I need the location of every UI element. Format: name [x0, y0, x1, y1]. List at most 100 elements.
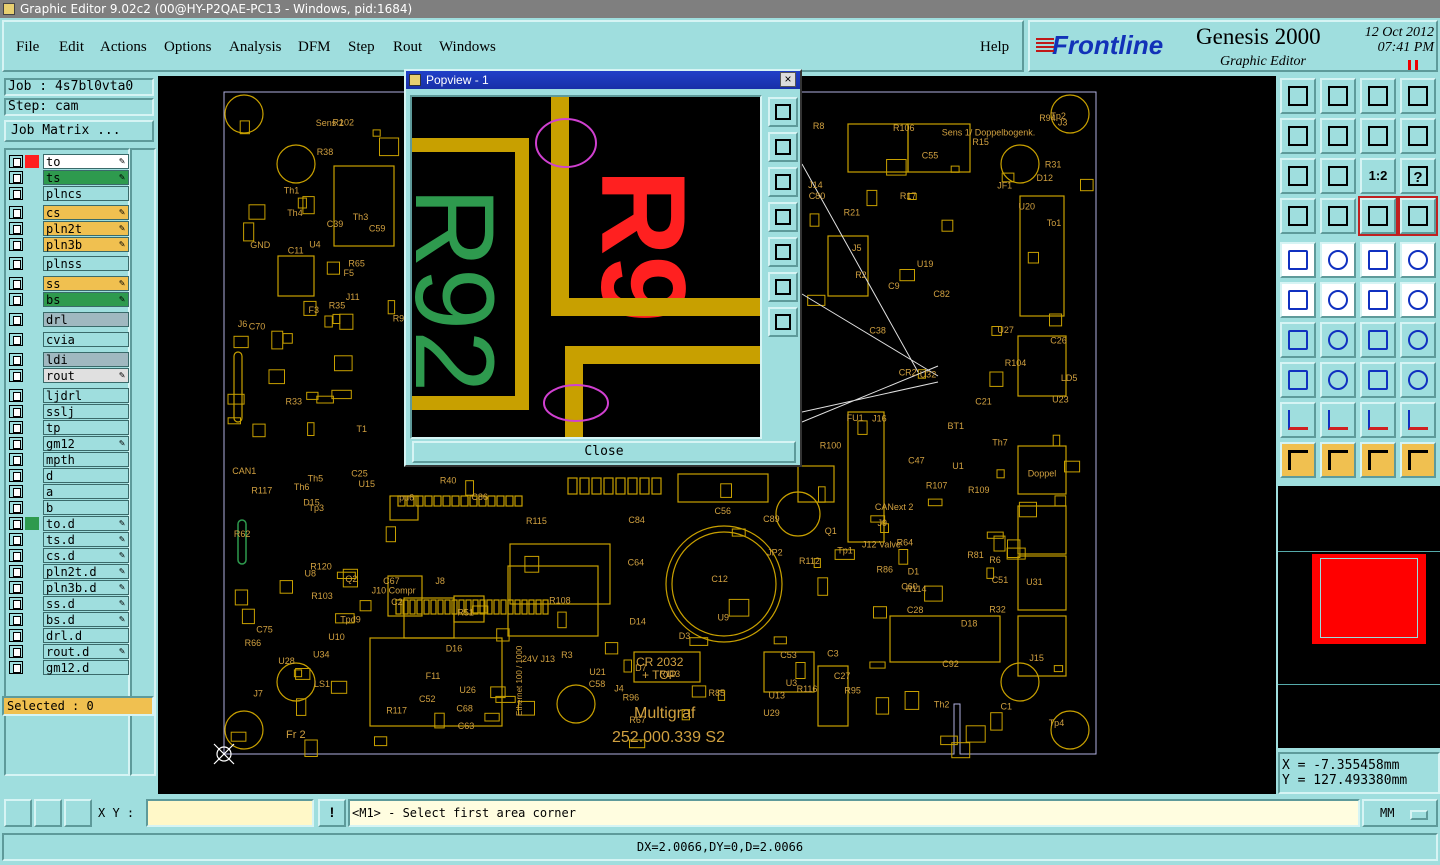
- layer-scrollbar[interactable]: [130, 148, 156, 776]
- layer-color-swatch[interactable]: [25, 171, 39, 184]
- tool-button-pointer[interactable]: [1280, 442, 1316, 478]
- pause-icon[interactable]: [1408, 60, 1418, 70]
- popview-close-x-button[interactable]: ×: [780, 72, 796, 87]
- popview-zoom-out-button[interactable]: [768, 167, 798, 197]
- layer-row[interactable]: cs ✎: [9, 205, 129, 220]
- tool-button-mirror[interactable]: [1400, 322, 1436, 358]
- layer-checkbox[interactable]: [9, 645, 23, 658]
- layer-name[interactable]: ts.d ✎: [43, 532, 129, 547]
- layer-name[interactable]: a: [43, 484, 129, 499]
- layer-name[interactable]: to ✎: [43, 154, 129, 169]
- tool-button-measure[interactable]: [1280, 198, 1316, 234]
- layer-row[interactable]: ts ✎: [9, 170, 129, 185]
- layer-name[interactable]: mpth: [43, 452, 129, 467]
- tool-button-rotate[interactable]: [1360, 322, 1396, 358]
- layer-row[interactable]: drl.d: [9, 628, 129, 643]
- layer-color-swatch[interactable]: [25, 533, 39, 546]
- layer-row[interactable]: d: [9, 468, 129, 483]
- layer-color-swatch[interactable]: [25, 333, 39, 346]
- popview-pan-right-button[interactable]: [768, 237, 798, 267]
- layer-name[interactable]: ss.d ✎: [43, 596, 129, 611]
- tool-button-triangle4[interactable]: [1400, 402, 1436, 438]
- layer-row[interactable]: mpth: [9, 452, 129, 467]
- layer-checkbox[interactable]: [9, 206, 23, 219]
- layer-checkbox[interactable]: [9, 613, 23, 626]
- snap-button[interactable]: [4, 799, 32, 827]
- menu-file[interactable]: File: [16, 39, 39, 56]
- tool-button-redo[interactable]: [1320, 118, 1356, 154]
- layer-row[interactable]: gm12 ✎: [9, 436, 129, 451]
- popview-fit-button[interactable]: [768, 272, 798, 302]
- tool-button-triangle3[interactable]: [1360, 402, 1396, 438]
- layer-row[interactable]: ss ✎: [9, 276, 129, 291]
- layer-checkbox[interactable]: [9, 187, 23, 200]
- layer-name[interactable]: pln3b ✎: [43, 237, 129, 252]
- layer-checkbox[interactable]: [9, 293, 23, 306]
- layer-color-swatch[interactable]: [25, 369, 39, 382]
- layer-checkbox[interactable]: [9, 238, 23, 251]
- layer-checkbox[interactable]: [9, 501, 23, 514]
- layer-name[interactable]: to.d ✎: [43, 516, 129, 531]
- layer-color-swatch[interactable]: [25, 405, 39, 418]
- layer-row[interactable]: ldi: [9, 352, 129, 367]
- layer-name[interactable]: tp: [43, 420, 129, 435]
- layer-color-swatch[interactable]: [25, 581, 39, 594]
- tool-button-fit[interactable]: [1280, 158, 1316, 194]
- layer-row[interactable]: cs.d ✎: [9, 548, 129, 563]
- tool-button-ratio[interactable]: 1:2: [1360, 158, 1396, 194]
- layer-checkbox[interactable]: [9, 405, 23, 418]
- layer-color-swatch[interactable]: [25, 469, 39, 482]
- layer-color-swatch[interactable]: [25, 661, 39, 674]
- menu-edit[interactable]: Edit: [59, 39, 84, 56]
- layer-row[interactable]: rout ✎: [9, 368, 129, 383]
- xy-input[interactable]: [146, 799, 314, 827]
- layer-name[interactable]: drl: [43, 312, 129, 327]
- layer-name[interactable]: plncs: [43, 186, 129, 201]
- tool-button-cross[interactable]: [1320, 282, 1356, 318]
- measure-button[interactable]: [34, 799, 62, 827]
- tool-button-center[interactable]: [1320, 158, 1356, 194]
- layer-row[interactable]: pln3b.d ✎: [9, 580, 129, 595]
- tool-button-line[interactable]: [1320, 242, 1356, 278]
- layer-row[interactable]: plncs: [9, 186, 129, 201]
- menu-step[interactable]: Step: [348, 39, 375, 56]
- tool-button-dimension[interactable]: [1360, 362, 1396, 398]
- tool-button-snap[interactable]: [1358, 196, 1398, 236]
- layer-color-swatch[interactable]: [25, 549, 39, 562]
- layer-name[interactable]: sslj: [43, 404, 129, 419]
- popview-canvas[interactable]: R9 R92: [410, 95, 762, 439]
- tool-button-ruler[interactable]: [1360, 242, 1396, 278]
- layer-checkbox[interactable]: [9, 369, 23, 382]
- layer-row[interactable]: b: [9, 500, 129, 515]
- tool-button-route[interactable]: [1400, 442, 1436, 478]
- layer-checkbox[interactable]: [9, 469, 23, 482]
- tool-button-flag[interactable]: [1280, 362, 1316, 398]
- menu-options[interactable]: Options: [164, 39, 212, 56]
- grid-button[interactable]: [64, 799, 92, 827]
- layer-name[interactable]: ss ✎: [43, 276, 129, 291]
- layer-row[interactable]: drl: [9, 312, 129, 327]
- tool-button-snap2[interactable]: [1398, 196, 1438, 236]
- layer-checkbox[interactable]: [9, 257, 23, 270]
- layer-checkbox[interactable]: [9, 222, 23, 235]
- layer-name[interactable]: ljdrl: [43, 388, 129, 403]
- layer-color-swatch[interactable]: [25, 629, 39, 642]
- layer-row[interactable]: pln3b ✎: [9, 237, 129, 252]
- layer-color-swatch[interactable]: [25, 238, 39, 251]
- layer-checkbox[interactable]: [9, 171, 23, 184]
- layer-color-swatch[interactable]: [25, 501, 39, 514]
- layer-color-swatch[interactable]: [25, 277, 39, 290]
- layer-color-swatch[interactable]: [25, 389, 39, 402]
- layer-name[interactable]: cvia: [43, 332, 129, 347]
- layer-name[interactable]: pln3b.d ✎: [43, 580, 129, 595]
- layer-checkbox[interactable]: [9, 155, 23, 168]
- layer-row[interactable]: to ✎: [9, 154, 129, 169]
- tool-button-cluster[interactable]: [1400, 362, 1436, 398]
- layer-color-swatch[interactable]: [25, 421, 39, 434]
- layer-row[interactable]: gm12.d: [9, 660, 129, 675]
- tool-button-undo[interactable]: [1280, 118, 1316, 154]
- layer-checkbox[interactable]: [9, 549, 23, 562]
- menu-help[interactable]: Help: [980, 39, 1009, 56]
- layer-row[interactable]: pln2t ✎: [9, 221, 129, 236]
- layer-checkbox[interactable]: [9, 437, 23, 450]
